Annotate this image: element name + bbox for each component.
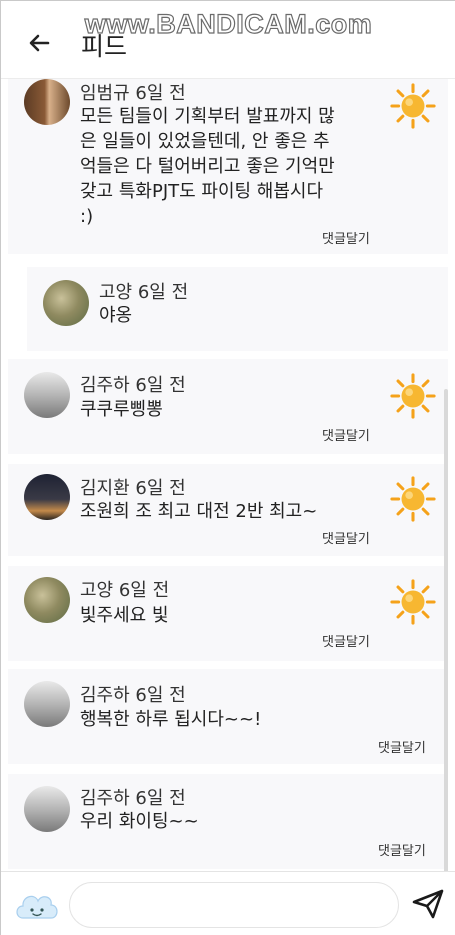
sun-icon[interactable] — [390, 579, 436, 625]
comment-author: 김주하 6일 전 — [80, 685, 186, 706]
cloud-face-icon[interactable] — [13, 882, 61, 926]
reply-card: 고양 6일 전 야옹 — [27, 267, 448, 351]
bw-photo-icon — [24, 681, 70, 727]
comment-author: 임범규 6일 전 — [80, 83, 186, 104]
scrollbar[interactable] — [444, 389, 448, 871]
comment-input[interactable] — [69, 882, 399, 928]
bw-photo-icon — [24, 786, 70, 832]
sun-icon[interactable] — [390, 373, 436, 419]
reply-button[interactable]: 댓글달기 — [378, 840, 426, 859]
comment-input-bar — [1, 871, 455, 935]
comment-feed[interactable]: 임범규 6일 전 모든 팀들이 기획부터 발표까지 많 은 일들이 있었을텐데,… — [1, 79, 455, 871]
cat-icon — [43, 280, 89, 326]
comment-text: 쿠쿠루삥뽕 — [80, 399, 163, 420]
sun-icon[interactable] — [390, 83, 436, 129]
cat-icon — [24, 577, 70, 623]
comment-card: 김지환 6일 전 조원희 조 최고 대전 2반 최고~ 댓글달기 — [8, 464, 448, 556]
watermark: www.BANDICAM.com — [84, 8, 373, 39]
night-city-icon — [24, 474, 70, 520]
comment-card: 김주하 6일 전 행복한 하루 됩시다~~! 댓글달기 — [8, 669, 448, 764]
comment-author: 고양 6일 전 — [99, 282, 189, 303]
comment-text: 빛주세요 빛 — [80, 605, 169, 626]
comment-author: 김주하 6일 전 — [80, 375, 186, 396]
bw-photo-icon — [24, 372, 70, 418]
comment-text: 행복한 하루 됩시다~~! — [80, 709, 262, 730]
comment-text: 야옹 — [99, 305, 133, 326]
comment-text: 모든 팀들이 기획부터 발표까지 많 은 일들이 있었을텐데, 안 좋은 추 억… — [80, 106, 335, 227]
comment-author: 김주하 6일 전 — [80, 788, 186, 809]
comment-card: 김주하 6일 전 우리 화이팅~~ 댓글달기 — [8, 774, 448, 869]
comment-text: 조원희 조 최고 대전 2반 최고~ — [80, 501, 318, 522]
send-icon[interactable] — [411, 888, 445, 920]
reply-button[interactable]: 댓글달기 — [378, 737, 426, 756]
comment-card: 임범규 6일 전 모든 팀들이 기획부터 발표까지 많 은 일들이 있었을텐데,… — [8, 79, 448, 254]
comment-text: 우리 화이팅~~ — [80, 811, 199, 832]
reply-button[interactable]: 댓글달기 — [322, 425, 370, 444]
comment-card: 김주하 6일 전 쿠쿠루삥뽕 댓글달기 — [8, 359, 448, 454]
comment-author: 고양 6일 전 — [80, 580, 170, 601]
reply-button[interactable]: 댓글달기 — [322, 228, 370, 247]
comment-author: 김지환 6일 전 — [80, 478, 186, 499]
comment-card: 고양 6일 전 빛주세요 빛 댓글달기 — [8, 566, 448, 661]
app-frame: www.BANDICAM.com 피드 임범규 6일 전 모든 팀들이 기획부터… — [0, 0, 455, 935]
reply-button[interactable]: 댓글달기 — [322, 528, 370, 547]
reply-button[interactable]: 댓글달기 — [322, 631, 370, 650]
wood-icon — [24, 79, 70, 125]
sun-icon[interactable] — [390, 476, 436, 522]
